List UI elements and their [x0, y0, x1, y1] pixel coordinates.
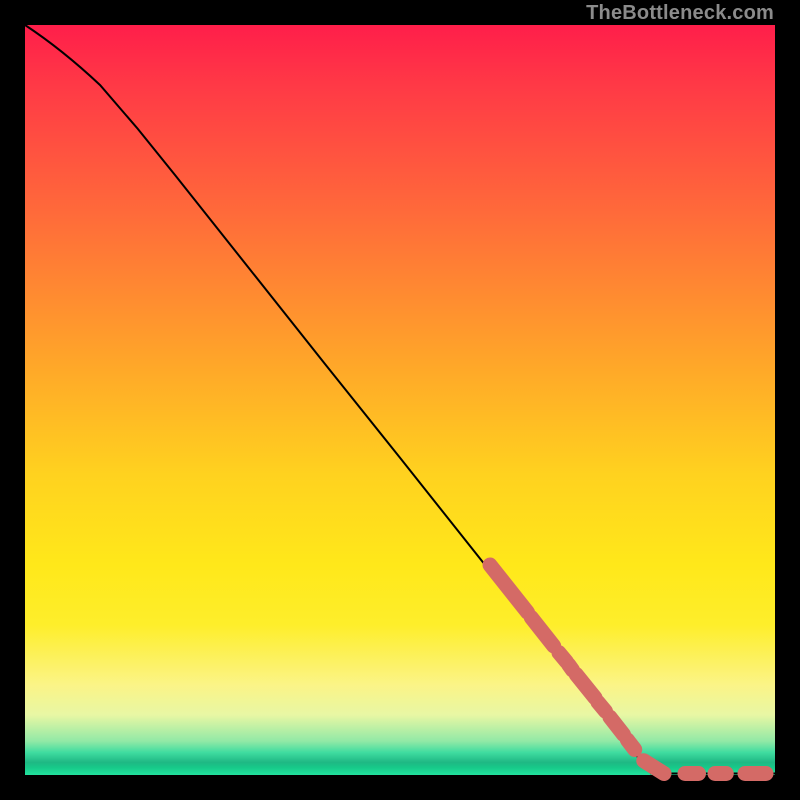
highlight-segment [576, 675, 595, 698]
highlight-segment [627, 740, 635, 750]
highlight-group [490, 565, 766, 774]
main-curve [25, 25, 775, 774]
highlight-segment [531, 618, 554, 647]
watermark-text: TheBottleneck.com [586, 2, 774, 25]
highlight-segment [610, 717, 624, 734]
chart-svg [25, 25, 775, 775]
highlight-segment [644, 761, 664, 774]
highlight-segment [490, 565, 528, 612]
chart-stage: TheBottleneck.com [0, 0, 800, 800]
plot-area [25, 25, 775, 775]
highlight-segment [598, 702, 606, 711]
